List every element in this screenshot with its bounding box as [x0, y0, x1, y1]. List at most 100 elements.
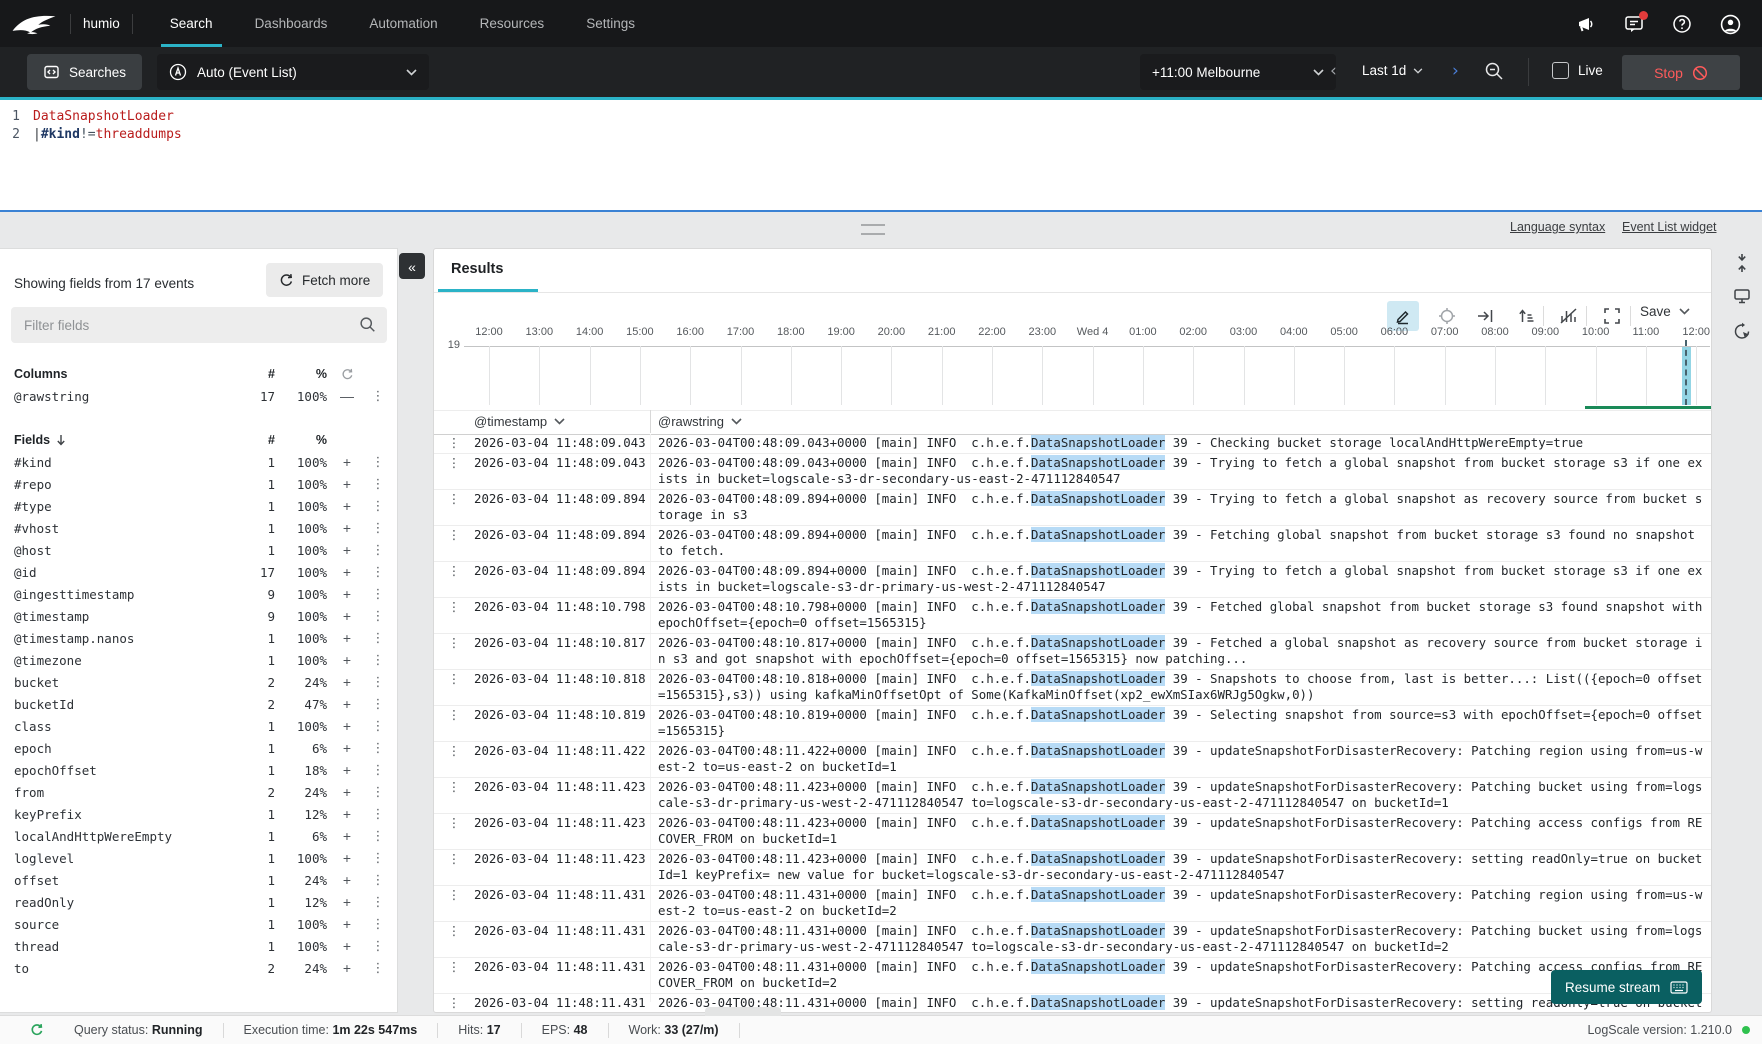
- live-checkbox[interactable]: [1552, 62, 1569, 79]
- field-row[interactable]: bucketId247%+⋮: [0, 693, 397, 715]
- event-list-widget-link[interactable]: Event List widget: [1622, 220, 1717, 234]
- zoom-out-time-icon[interactable]: [1484, 61, 1504, 81]
- field-action[interactable]: +: [327, 916, 367, 932]
- field-menu-icon[interactable]: ⋮: [367, 521, 389, 536]
- field-row[interactable]: #vhost1100%+⋮: [0, 517, 397, 539]
- log-event-row[interactable]: ⋮2026-03-04 11:48:09.8942026-03-04T00:48…: [434, 490, 1711, 526]
- field-row[interactable]: #type1100%+⋮: [0, 495, 397, 517]
- field-row[interactable]: class1100%+⋮: [0, 715, 397, 737]
- field-action[interactable]: +: [327, 608, 367, 624]
- field-row[interactable]: from224%+⋮: [0, 781, 397, 803]
- language-syntax-link[interactable]: Language syntax: [1510, 220, 1605, 234]
- timezone-dropdown[interactable]: +11:00 Melbourne: [1140, 54, 1336, 90]
- nav-tab-automation[interactable]: Automation: [348, 0, 458, 47]
- field-action[interactable]: +: [327, 498, 367, 514]
- log-event-row[interactable]: ⋮2026-03-04 11:48:09.0432026-03-04T00:48…: [434, 434, 1711, 454]
- log-event-row[interactable]: ⋮2026-03-04 11:48:10.8192026-03-04T00:48…: [434, 706, 1711, 742]
- field-row[interactable]: #repo1100%+⋮: [0, 473, 397, 495]
- field-action[interactable]: +: [327, 828, 367, 844]
- field-action[interactable]: +: [327, 674, 367, 690]
- field-row[interactable]: #kind1100%+⋮: [0, 451, 397, 473]
- help-icon[interactable]: [1672, 14, 1692, 34]
- widget-panel-icon[interactable]: [1733, 287, 1753, 307]
- field-menu-icon[interactable]: ⋮: [367, 675, 389, 690]
- field-row[interactable]: readOnly112%+⋮: [0, 891, 397, 913]
- row-menu-icon[interactable]: ⋮: [434, 707, 474, 740]
- collapse-fields-panel-button[interactable]: «: [399, 253, 425, 279]
- filter-fields-input[interactable]: [11, 307, 387, 343]
- row-menu-icon[interactable]: ⋮: [434, 887, 474, 920]
- announcements-icon[interactable]: [1576, 14, 1596, 34]
- time-back-button[interactable]: ‹: [1330, 60, 1337, 82]
- field-menu-icon[interactable]: ⋮: [367, 961, 389, 976]
- stop-button[interactable]: Stop: [1622, 55, 1740, 90]
- field-menu-icon[interactable]: ⋮: [367, 719, 389, 734]
- row-menu-icon[interactable]: ⋮: [434, 815, 474, 848]
- field-row[interactable]: epochOffset118%+⋮: [0, 759, 397, 781]
- field-action[interactable]: +: [327, 718, 367, 734]
- log-event-row[interactable]: ⋮2026-03-04 11:48:11.4232026-03-04T00:48…: [434, 778, 1711, 814]
- field-menu-icon[interactable]: ⋮: [367, 477, 389, 492]
- field-action[interactable]: +: [327, 520, 367, 536]
- field-menu-icon[interactable]: ⋮: [367, 455, 389, 470]
- log-event-row[interactable]: ⋮2026-03-04 11:48:09.8942026-03-04T00:48…: [434, 526, 1711, 562]
- field-menu-icon[interactable]: ⋮: [367, 741, 389, 756]
- field-menu-icon[interactable]: ⋮: [367, 389, 389, 404]
- field-menu-icon[interactable]: ⋮: [367, 653, 389, 668]
- field-row[interactable]: loglevel1100%+⋮: [0, 847, 397, 869]
- column-header-rawstring[interactable]: @rawstring: [658, 414, 742, 429]
- field-row[interactable]: localAndHttpWereEmpty16%+⋮: [0, 825, 397, 847]
- field-menu-icon[interactable]: ⋮: [367, 807, 389, 822]
- log-event-row[interactable]: ⋮2026-03-04 11:48:11.4312026-03-04T00:48…: [434, 886, 1711, 922]
- field-action[interactable]: +: [327, 696, 367, 712]
- field-menu-icon[interactable]: ⋮: [367, 609, 389, 624]
- field-action[interactable]: +: [327, 894, 367, 910]
- row-menu-icon[interactable]: ⋮: [434, 635, 474, 668]
- field-action[interactable]: +: [327, 806, 367, 822]
- field-row[interactable]: @id17100%+⋮: [0, 561, 397, 583]
- field-menu-icon[interactable]: ⋮: [367, 499, 389, 514]
- sort-direction-icon[interactable]: [56, 434, 66, 446]
- row-menu-icon[interactable]: ⋮: [434, 995, 474, 1013]
- field-menu-icon[interactable]: ⋮: [367, 851, 389, 866]
- field-menu-icon[interactable]: ⋮: [367, 697, 389, 712]
- user-avatar[interactable]: [1720, 14, 1740, 34]
- field-row[interactable]: @host1100%+⋮: [0, 539, 397, 561]
- row-menu-icon[interactable]: ⋮: [434, 435, 474, 452]
- log-event-row[interactable]: ⋮2026-03-04 11:48:10.8182026-03-04T00:48…: [434, 670, 1711, 706]
- row-menu-icon[interactable]: ⋮: [434, 923, 474, 956]
- field-row[interactable]: offset124%+⋮: [0, 869, 397, 891]
- field-action[interactable]: +: [327, 542, 367, 558]
- query-editor[interactable]: 1DataSnapshotLoader2| #kind != threaddum…: [0, 100, 1762, 212]
- time-forward-button[interactable]: ›: [1452, 60, 1459, 82]
- row-menu-icon[interactable]: ⋮: [434, 563, 474, 596]
- log-event-row[interactable]: ⋮2026-03-04 11:48:11.4232026-03-04T00:48…: [434, 814, 1711, 850]
- view-mode-dropdown[interactable]: Auto (Event List): [157, 54, 429, 90]
- resume-stream-button[interactable]: Resume stream: [1551, 970, 1702, 1004]
- time-range-dropdown[interactable]: Last 1d: [1362, 63, 1423, 78]
- field-row[interactable]: bucket224%+⋮: [0, 671, 397, 693]
- field-action[interactable]: +: [327, 784, 367, 800]
- row-menu-icon[interactable]: ⋮: [434, 455, 474, 488]
- tab-results[interactable]: Results: [451, 261, 503, 277]
- nav-tab-dashboards[interactable]: Dashboards: [234, 0, 349, 47]
- field-row[interactable]: epoch16%+⋮: [0, 737, 397, 759]
- field-row[interactable]: @ingesttimestamp9100%+⋮: [0, 583, 397, 605]
- row-menu-icon[interactable]: ⋮: [434, 851, 474, 884]
- field-menu-icon[interactable]: ⋮: [367, 631, 389, 646]
- fetch-more-button[interactable]: Fetch more: [266, 263, 383, 297]
- save-dropdown[interactable]: Save: [1640, 304, 1690, 319]
- field-menu-icon[interactable]: ⋮: [367, 565, 389, 580]
- field-action[interactable]: +: [327, 960, 367, 976]
- field-menu-icon[interactable]: ⋮: [367, 763, 389, 778]
- field-menu-icon[interactable]: ⋮: [367, 895, 389, 910]
- field-menu-icon[interactable]: ⋮: [367, 543, 389, 558]
- log-event-row[interactable]: ⋮2026-03-04 11:48:11.4312026-03-04T00:48…: [434, 958, 1711, 994]
- log-event-row[interactable]: ⋮2026-03-04 11:48:09.8942026-03-04T00:48…: [434, 562, 1711, 598]
- field-action[interactable]: +: [327, 938, 367, 954]
- log-event-row[interactable]: ⋮2026-03-04 11:48:10.8172026-03-04T00:48…: [434, 634, 1711, 670]
- field-action[interactable]: +: [327, 762, 367, 778]
- editor-resize-handle[interactable]: [861, 224, 885, 235]
- log-event-row[interactable]: ⋮2026-03-04 11:48:11.4312026-03-04T00:48…: [434, 994, 1711, 1013]
- log-event-row[interactable]: ⋮2026-03-04 11:48:11.4222026-03-04T00:48…: [434, 742, 1711, 778]
